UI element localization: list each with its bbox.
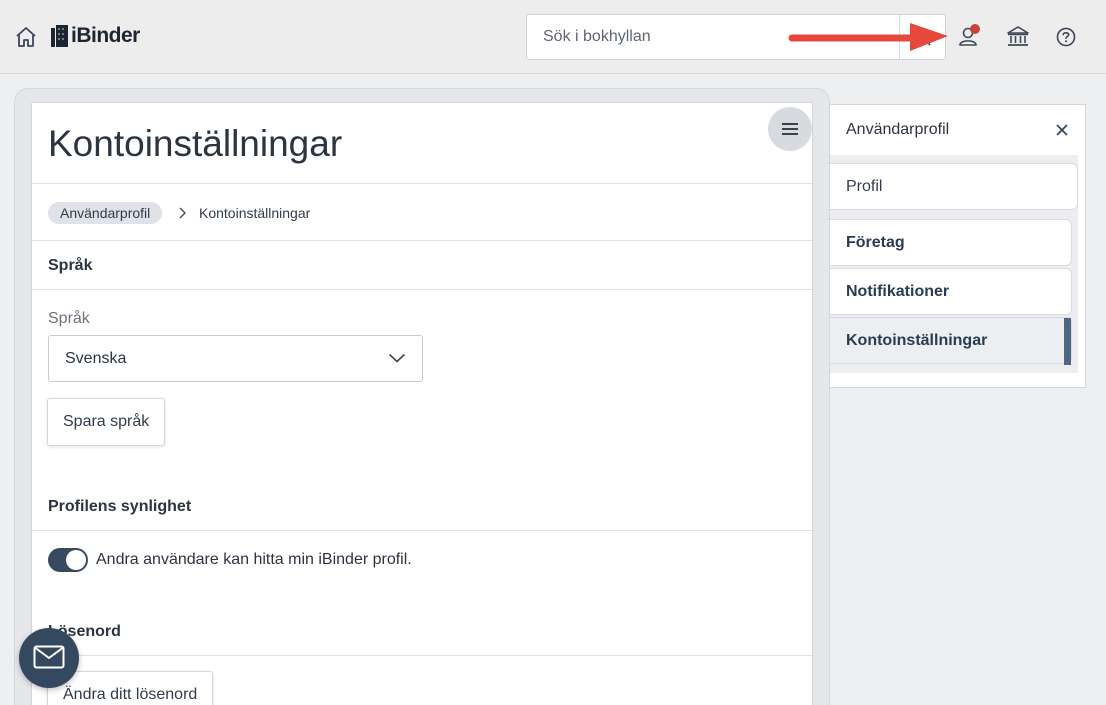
- annotation-arrow-icon: [788, 23, 948, 51]
- mail-icon: [33, 645, 65, 669]
- contact-button[interactable]: [19, 628, 79, 688]
- menu-button[interactable]: [768, 107, 812, 151]
- language-heading: Språk: [48, 257, 93, 274]
- breadcrumb-current: Kontoinställningar: [199, 205, 311, 221]
- home-button[interactable]: [14, 26, 40, 50]
- close-icon[interactable]: [1054, 122, 1070, 138]
- help-icon: [1056, 27, 1076, 47]
- visibility-heading: Profilens synlighet: [48, 498, 192, 515]
- language-select-value: Svenska: [65, 350, 127, 367]
- top-bar: iBinder: [0, 0, 1106, 74]
- language-select[interactable]: Svenska: [48, 335, 423, 382]
- divider: [32, 183, 812, 184]
- divider: [32, 530, 812, 531]
- divider: [32, 655, 812, 656]
- save-language-button[interactable]: Spara språk: [47, 398, 166, 446]
- bank-icon: [1007, 26, 1029, 46]
- settings-panel: Kontoinställningar Användarprofil Kontoi…: [31, 102, 813, 705]
- institution-button[interactable]: [1005, 24, 1031, 50]
- breadcrumb-parent[interactable]: Användarprofil: [48, 202, 163, 224]
- divider: [32, 289, 812, 290]
- sidebar-menu: Profil Företag Notifikationer Kontoinstä…: [830, 155, 1078, 373]
- profile-visibility-toggle[interactable]: [48, 548, 88, 572]
- sidebar-item-kontoinstallningar[interactable]: Kontoinställningar: [830, 317, 1072, 365]
- sidebar-title: Användarprofil: [846, 121, 950, 138]
- hamburger-icon: [782, 123, 798, 125]
- profile-visibility-label: Andra användare kan hitta min iBinder pr…: [96, 551, 412, 568]
- toggle-knob: [66, 550, 86, 570]
- divider: [32, 240, 812, 241]
- help-button[interactable]: [1053, 24, 1079, 50]
- sidebar-item-foretag[interactable]: Företag: [830, 219, 1072, 266]
- user-profile-sidebar: Användarprofil Profil Företag Notifikati…: [830, 104, 1086, 388]
- chevron-right-icon: [179, 207, 186, 219]
- page-title: Kontoinställningar: [48, 123, 343, 164]
- sidebar-item-notifikationer[interactable]: Notifikationer: [830, 268, 1072, 315]
- sidebar-item-profil[interactable]: Profil: [830, 163, 1078, 210]
- language-field-label: Språk: [48, 310, 90, 327]
- chevron-down-icon: [388, 353, 406, 363]
- logo-text: iBinder: [71, 24, 140, 47]
- ibinder-logo[interactable]: iBinder: [51, 23, 140, 49]
- logo-mark-icon: [51, 25, 68, 47]
- home-icon: [16, 27, 36, 47]
- notification-dot: [970, 24, 980, 34]
